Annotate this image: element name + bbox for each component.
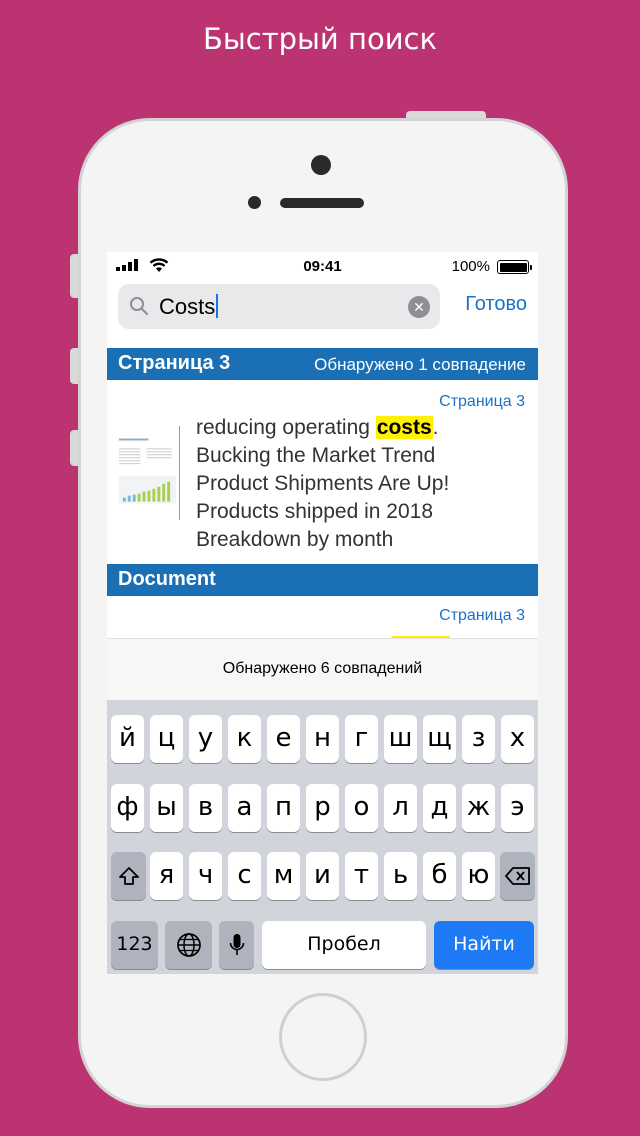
- snippet-line: reducing operating costs.: [196, 416, 439, 439]
- space-key[interactable]: Пробел: [262, 921, 426, 969]
- key-ц[interactable]: ц: [150, 715, 183, 763]
- search-highlight: costs: [375, 416, 433, 439]
- snippet-line: Products shipped in 2018: [196, 500, 433, 523]
- done-button[interactable]: Готово: [465, 293, 527, 316]
- key-ш[interactable]: ш: [384, 715, 417, 763]
- key-п[interactable]: п: [267, 784, 300, 832]
- shift-icon: [118, 866, 139, 885]
- key-д[interactable]: д: [423, 784, 456, 832]
- dictation-key[interactable]: [219, 921, 254, 969]
- result-snippet[interactable]: reducing operating costs. Bucking the Ma…: [196, 414, 449, 554]
- key-р[interactable]: р: [306, 784, 339, 832]
- battery-percent: 100%: [451, 258, 490, 275]
- key-й[interactable]: й: [111, 715, 144, 763]
- key-ч[interactable]: ч: [189, 852, 222, 900]
- text-caret: [216, 294, 219, 318]
- key-и[interactable]: и: [306, 852, 339, 900]
- key-л[interactable]: л: [384, 784, 417, 832]
- key-к[interactable]: к: [228, 715, 261, 763]
- microphone-icon: [229, 933, 244, 955]
- snippet-line: Product Shipments Are Up!: [196, 472, 450, 495]
- search-key[interactable]: Найти: [434, 921, 534, 969]
- key-ю[interactable]: ю: [462, 852, 495, 900]
- battery-icon: [497, 260, 532, 274]
- key-ы[interactable]: ы: [150, 784, 183, 832]
- key-ь[interactable]: ь: [384, 852, 417, 900]
- key-б[interactable]: б: [423, 852, 456, 900]
- key-ж[interactable]: ж: [462, 784, 495, 832]
- key-с[interactable]: с: [228, 852, 261, 900]
- status-bar: 09:41 100%: [107, 252, 538, 280]
- key-г[interactable]: г: [345, 715, 378, 763]
- result-page-label[interactable]: Страница 3: [439, 393, 525, 411]
- section-header-document: Document: [107, 564, 538, 596]
- promo-title: Быстрый поиск: [202, 22, 437, 56]
- key-в[interactable]: в: [189, 784, 222, 832]
- globe-key[interactable]: [165, 921, 212, 969]
- key-х[interactable]: х: [501, 715, 534, 763]
- app-screen: 09:41 100% Costs ✕ Готово Страница 3 Обн…: [107, 252, 538, 974]
- backspace-key[interactable]: [500, 852, 535, 900]
- key-о[interactable]: о: [345, 784, 378, 832]
- key-э[interactable]: э: [501, 784, 534, 832]
- snippet-line: Bucking the Market Trend: [196, 444, 436, 467]
- key-щ[interactable]: щ: [423, 715, 456, 763]
- key-з[interactable]: з: [462, 715, 495, 763]
- key-я[interactable]: я: [150, 852, 183, 900]
- page-thumbnail[interactable]: [113, 426, 180, 520]
- earpiece-speaker: [280, 198, 364, 208]
- key-а[interactable]: а: [228, 784, 261, 832]
- key-ф[interactable]: ф: [111, 784, 144, 832]
- clear-icon[interactable]: ✕: [408, 296, 430, 318]
- shift-key[interactable]: [111, 852, 146, 900]
- key-н[interactable]: н: [306, 715, 339, 763]
- section-header-page: Страница 3 Обнаружено 1 совпадение: [107, 348, 538, 380]
- globe-icon: [176, 932, 201, 957]
- search-field[interactable]: Costs ✕: [118, 284, 440, 329]
- key-у[interactable]: у: [189, 715, 222, 763]
- key-м[interactable]: м: [267, 852, 300, 900]
- key-е[interactable]: е: [267, 715, 300, 763]
- snippet-line: Breakdown by month: [196, 528, 394, 551]
- section-title: Страница 3: [118, 352, 231, 374]
- result-page-label[interactable]: Страница 3: [439, 607, 525, 625]
- search-input[interactable]: Costs: [159, 294, 219, 320]
- proximity-sensor: [248, 196, 261, 209]
- result-snippet-partial[interactable]: [196, 628, 450, 638]
- front-camera: [311, 155, 331, 175]
- home-button[interactable]: [279, 993, 367, 1081]
- section-match-count: Обнаружено 1 совпадение: [314, 355, 526, 374]
- key-т[interactable]: т: [345, 852, 378, 900]
- keyboard: йцукенгшщзх фывапролджэ ячсмитьбю 123 Пр…: [107, 700, 538, 974]
- search-icon: [130, 297, 149, 316]
- match-summary: Обнаружено 6 совпадений: [107, 638, 538, 700]
- section-title: Document: [118, 568, 216, 590]
- backspace-icon: [504, 866, 530, 885]
- numbers-key[interactable]: 123: [111, 921, 158, 969]
